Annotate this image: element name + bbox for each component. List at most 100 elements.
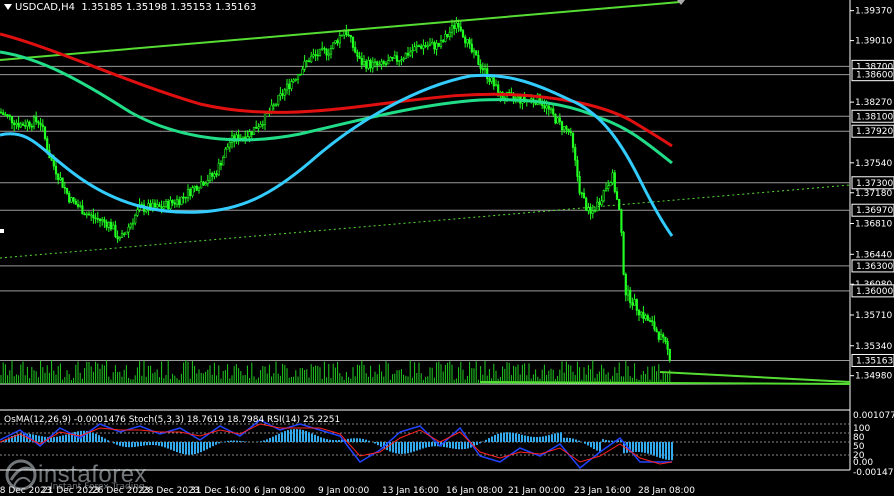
candle-body <box>39 122 42 126</box>
candle-body <box>554 113 557 124</box>
osma-bar <box>209 442 211 448</box>
candle-body <box>43 126 47 139</box>
candle-body <box>213 173 216 177</box>
osma-bar <box>410 442 412 453</box>
osma-bar <box>272 436 274 442</box>
candle-body <box>666 341 669 350</box>
osma-bar <box>320 437 322 442</box>
candle-body <box>409 51 412 56</box>
candle-body <box>41 124 44 127</box>
candle-body <box>404 52 407 59</box>
candle-body <box>193 186 196 189</box>
candle-body <box>76 204 80 207</box>
candle-body <box>576 159 579 177</box>
candle-body <box>57 173 60 180</box>
candle-body <box>516 96 520 99</box>
candle-body <box>378 63 381 66</box>
candle-body <box>90 214 93 217</box>
candle-body <box>547 105 550 110</box>
candle-body <box>301 68 304 75</box>
candle-body <box>118 237 121 240</box>
osma-bar <box>641 442 643 453</box>
candle-body <box>171 199 174 204</box>
osma-bar <box>602 439 604 442</box>
osma-bar <box>395 442 397 454</box>
osma-bar <box>179 442 181 454</box>
candle-body <box>63 187 66 189</box>
candle-body <box>241 136 245 139</box>
osma-bar <box>650 442 652 455</box>
osma-bar <box>263 440 265 442</box>
candle-body <box>28 121 31 127</box>
candle-body <box>413 46 416 51</box>
osma-bar <box>494 435 496 442</box>
candle-body <box>219 162 223 166</box>
osma-bar <box>335 440 337 442</box>
osma-bar <box>656 442 658 457</box>
candle-body <box>543 105 546 109</box>
time-axis-label: 13 Jan 16:00 <box>382 486 439 496</box>
time-axis-label: 9 Jan 00:00 <box>318 486 370 496</box>
candle-body <box>87 213 91 216</box>
watermark-logo: instaforex Instant Forex Trading <box>4 458 147 492</box>
candle-body <box>312 54 315 57</box>
candle-body <box>83 213 86 216</box>
candle-body <box>10 116 14 124</box>
candle-body <box>360 58 363 66</box>
price-level-label: 1.36000 <box>856 287 893 297</box>
price-tick-label: 1.39370 <box>855 7 892 17</box>
osma-bar <box>464 442 466 450</box>
candle-body <box>545 105 548 109</box>
osma-bar <box>314 434 316 442</box>
candle-body <box>466 39 469 44</box>
candle-body <box>50 157 53 161</box>
candle-body <box>35 116 38 123</box>
candle-body <box>127 226 130 233</box>
osma-bar <box>113 442 115 444</box>
candle-body <box>112 224 115 230</box>
osma-bar <box>89 431 91 442</box>
candle-body <box>444 33 447 42</box>
candle-body <box>611 172 614 184</box>
osma-bar <box>230 440 232 442</box>
osma-bar <box>515 433 517 442</box>
candle-body <box>455 22 458 29</box>
osma-bar <box>269 438 271 442</box>
candle-body <box>637 310 641 316</box>
candle-body <box>593 210 597 213</box>
candle-body <box>204 183 207 186</box>
price-level-label: 1.35163 <box>856 356 893 366</box>
candle-body <box>356 51 359 57</box>
price-tick-label: 1.37180 <box>855 189 892 199</box>
osma-bar <box>62 435 64 442</box>
candle-body <box>596 201 599 212</box>
osma-bar <box>449 442 451 449</box>
osma-bar <box>380 442 382 447</box>
osma-bar <box>365 439 367 442</box>
candle-body <box>274 104 278 106</box>
dropdown-arrow-icon[interactable] <box>4 4 12 10</box>
candle-body <box>336 40 339 44</box>
candle-body <box>272 104 275 107</box>
candle-body <box>19 123 22 128</box>
osma-bar <box>647 442 649 454</box>
candle-body <box>68 192 71 203</box>
candle-body <box>2 112 5 115</box>
osma-bar <box>68 433 70 442</box>
osma-bar <box>125 442 127 448</box>
osma-bar <box>431 442 433 447</box>
candle-body <box>261 123 264 126</box>
candle-body <box>600 200 603 206</box>
osma-bar <box>485 439 487 442</box>
candle-body <box>21 123 25 126</box>
candle-body <box>602 190 605 202</box>
osma-bar <box>194 442 196 455</box>
osma-bar <box>542 436 544 442</box>
candle-body <box>380 61 383 65</box>
candle-body <box>292 79 295 82</box>
candle-body <box>446 33 449 37</box>
osma-bar <box>398 442 400 454</box>
candle-body <box>659 334 663 340</box>
candle-body <box>162 206 165 209</box>
candle-body <box>664 336 667 342</box>
